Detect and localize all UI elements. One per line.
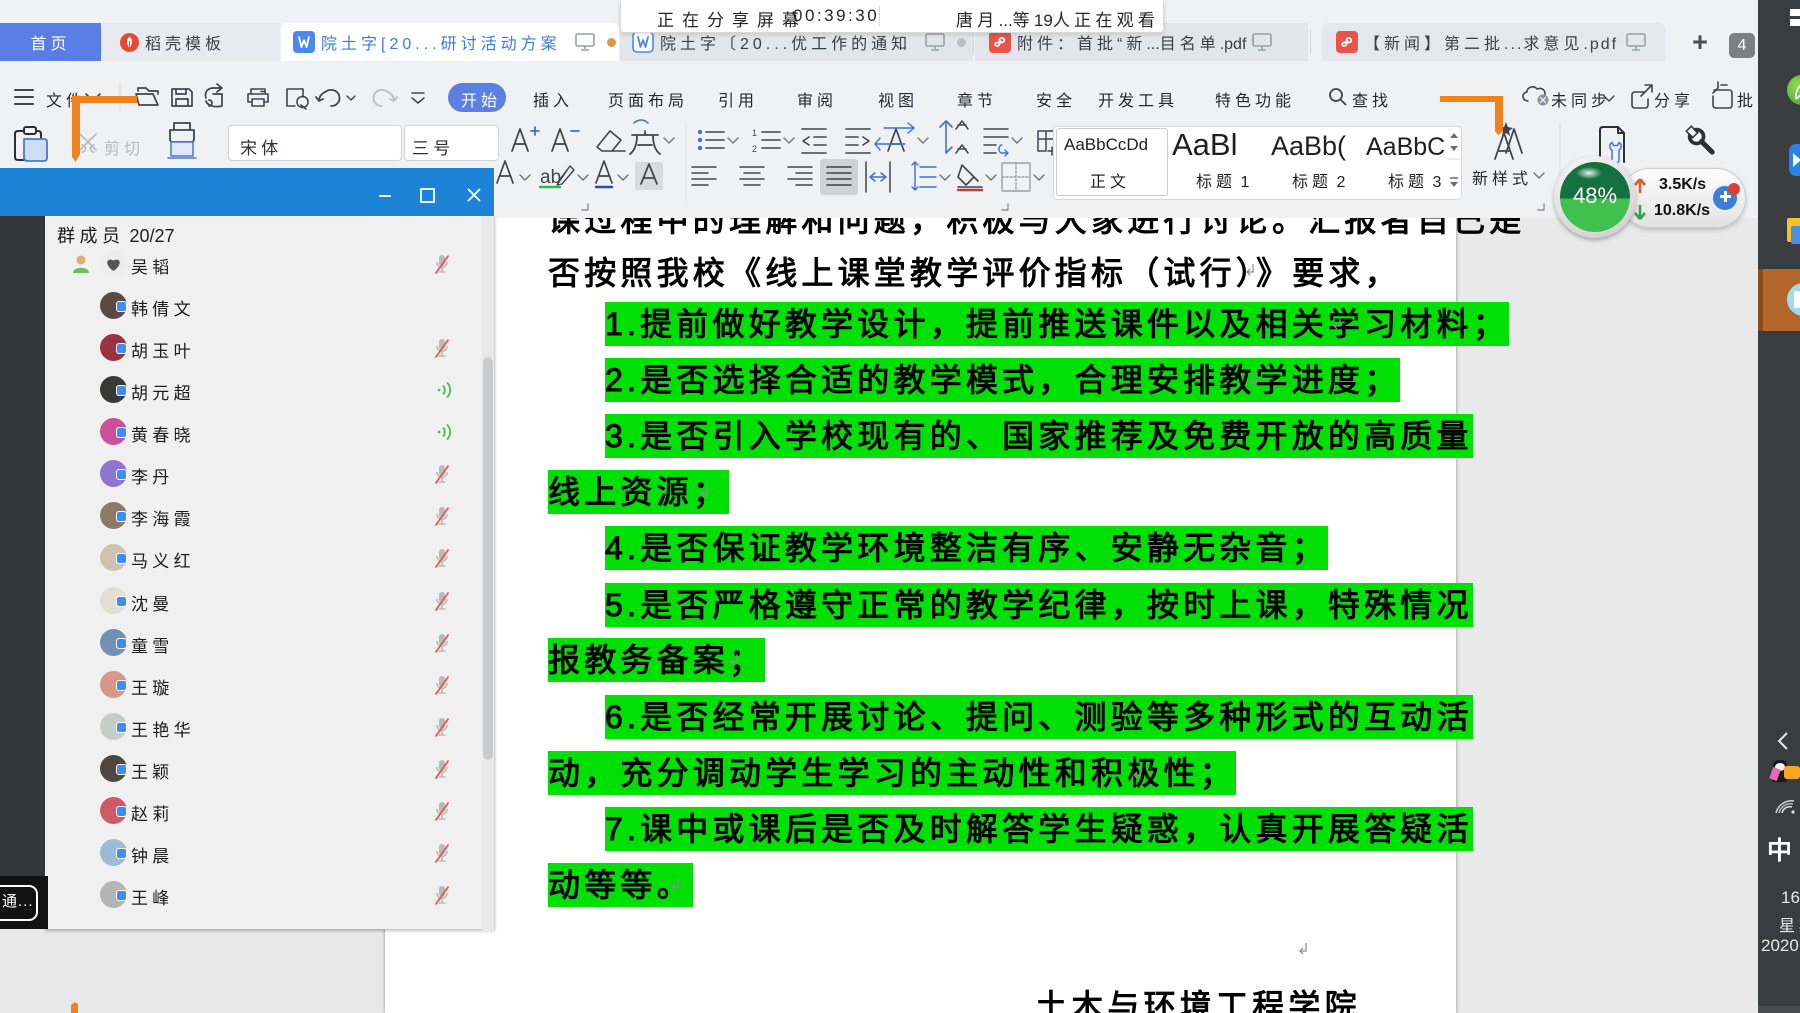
svg-text:2: 2: [752, 144, 757, 154]
svg-text:1: 1: [752, 128, 757, 138]
